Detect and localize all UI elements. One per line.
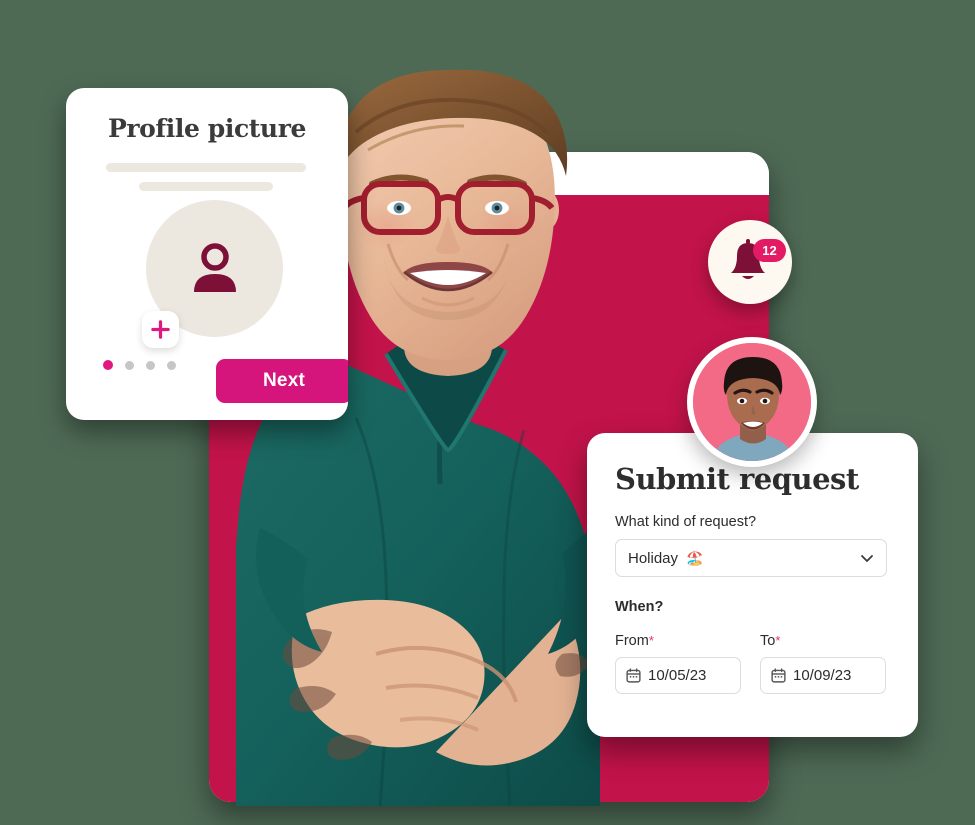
avatar-image bbox=[693, 343, 811, 461]
from-date-input[interactable]: 10/05/23 bbox=[615, 657, 741, 694]
to-date-input[interactable]: 10/09/23 bbox=[760, 657, 886, 694]
from-label-text: From bbox=[615, 633, 649, 649]
when-label: When? bbox=[615, 599, 664, 615]
from-label: From* bbox=[615, 633, 741, 649]
chevron-down-icon bbox=[861, 555, 873, 562]
plus-icon bbox=[151, 320, 170, 339]
to-date-group: To* 10/09/23 bbox=[760, 619, 886, 694]
request-kind-select[interactable]: Holiday 🏖️ bbox=[615, 539, 887, 577]
request-kind-value: Holiday bbox=[628, 549, 679, 567]
to-label: To* bbox=[760, 633, 886, 649]
from-required-asterisk: * bbox=[648, 633, 654, 648]
submit-request-card: Submit request What kind of request? Hol… bbox=[587, 433, 918, 737]
carousel-dot-3[interactable] bbox=[146, 360, 155, 370]
avatar-portrait bbox=[693, 343, 811, 461]
date-range-row: From* 10/05/23 To* 10/09/23 bbox=[615, 619, 890, 694]
add-photo-button[interactable] bbox=[142, 311, 179, 348]
carousel-dots bbox=[103, 360, 176, 370]
notification-count-badge: 12 bbox=[753, 239, 786, 262]
holiday-emoji: 🏖️ bbox=[686, 549, 704, 566]
to-label-text: To bbox=[760, 633, 776, 649]
request-card-title: Submit request bbox=[615, 462, 859, 496]
to-date-value: 10/09/23 bbox=[793, 667, 852, 684]
notification-bell-bubble[interactable]: 12 bbox=[708, 220, 792, 304]
skeleton-line-2 bbox=[139, 182, 273, 191]
next-button[interactable]: Next bbox=[216, 359, 348, 403]
carousel-dot-1[interactable] bbox=[103, 360, 113, 370]
profile-card-title: Profile picture bbox=[107, 114, 306, 143]
avatar[interactable] bbox=[687, 337, 817, 467]
from-date-value: 10/05/23 bbox=[648, 667, 707, 684]
from-date-group: From* 10/05/23 bbox=[615, 619, 741, 694]
scene: Profile picture Next 12 Submit request W… bbox=[0, 0, 975, 825]
request-kind-label: What kind of request? bbox=[615, 514, 757, 530]
person-icon bbox=[193, 242, 236, 292]
calendar-icon bbox=[771, 668, 786, 683]
carousel-dot-2[interactable] bbox=[125, 360, 134, 370]
carousel-dot-4[interactable] bbox=[167, 360, 176, 370]
to-required-asterisk: * bbox=[775, 633, 781, 648]
calendar-icon bbox=[626, 668, 641, 683]
profile-picture-card: Profile picture Next bbox=[66, 88, 348, 420]
skeleton-line-1 bbox=[106, 163, 306, 172]
